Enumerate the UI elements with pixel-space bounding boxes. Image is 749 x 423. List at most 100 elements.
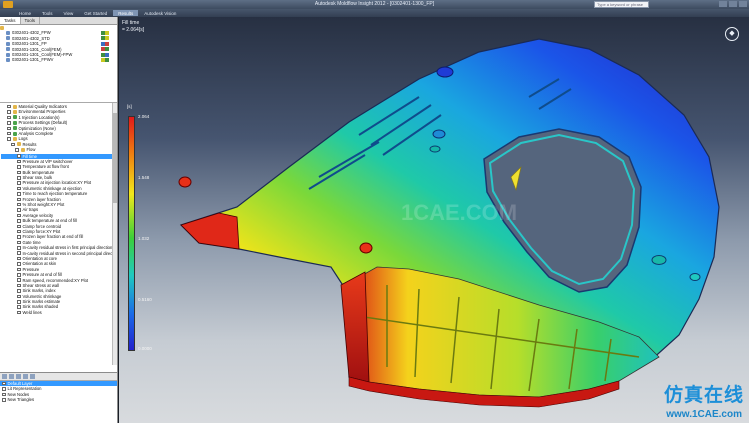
ribbon-tab-results[interactable]: Results [113, 10, 139, 16]
study-tree-label: Flow [26, 147, 36, 153]
legend-tick: 0.5160 [138, 297, 152, 302]
search-input[interactable]: Type a keyword or phrase [594, 1, 649, 8]
result-checkbox[interactable] [17, 197, 21, 202]
study-tree-item[interactable]: Flow [3, 147, 115, 152]
study-status-icons [100, 58, 109, 63]
layer-visibility-checkbox[interactable] [2, 398, 6, 402]
study-panel: Tasks Tools 0302401-4302_FPW 0302401-4302… [0, 17, 118, 423]
study-icon [6, 41, 10, 46]
expand-layer-icon[interactable] [30, 374, 35, 379]
result-checkbox[interactable] [17, 294, 21, 299]
ribbon-tab-get-started[interactable]: Get Started [79, 10, 112, 16]
activate-layer-icon[interactable] [16, 374, 21, 379]
project-tree: 0302401-4302_FPW 0302401-4302_STD 0302401-… [0, 25, 117, 63]
checkbox[interactable] [11, 142, 15, 147]
check-icon [12, 126, 17, 131]
layer-properties-icon[interactable] [23, 374, 28, 379]
ribbon: Home Tools View Get Started Results Autodesk … [0, 9, 749, 17]
study-item[interactable]: 0302401-1301_FPWV [0, 57, 117, 62]
result-checkbox[interactable] [17, 278, 21, 282]
maximize-icon[interactable] [729, 1, 737, 7]
result-checkbox[interactable] [17, 159, 21, 164]
layer-visibility-checkbox[interactable] [2, 392, 6, 397]
result-checkbox[interactable] [17, 229, 21, 234]
ribbon-tab-tools[interactable]: Tools [37, 10, 58, 16]
result-checkbox[interactable] [17, 202, 21, 207]
new-layer-icon[interactable] [2, 374, 7, 379]
panel-scrollbar[interactable] [112, 103, 117, 365]
folder-icon [16, 142, 21, 147]
delete-layer-icon[interactable] [9, 374, 14, 379]
result-checkbox[interactable] [17, 154, 21, 158]
result-item[interactable]: Weld lines [1, 310, 117, 315]
checkbox[interactable] [7, 121, 11, 125]
checkbox[interactable] [7, 137, 11, 141]
navigation-wheel-icon[interactable]: ◆ [725, 27, 739, 41]
result-checkbox[interactable] [17, 224, 21, 229]
result-checkbox[interactable] [17, 213, 21, 218]
check-icon [12, 120, 17, 125]
study-icon [6, 36, 10, 41]
result-value: = 2.064[s] [122, 27, 145, 33]
ribbon-tab-home[interactable]: Home [14, 10, 36, 16]
checkbox[interactable] [7, 115, 11, 120]
result-checkbox[interactable] [17, 219, 21, 223]
result-checkbox[interactable] [17, 251, 21, 255]
ribbon-tab-view[interactable]: View [59, 10, 79, 16]
result-label: Weld lines [22, 309, 42, 315]
result-checkbox[interactable] [17, 235, 21, 239]
legend-tick: 2.064 [138, 114, 150, 119]
ribbon-tab-autodesk-vision[interactable]: Autodesk Vision [139, 10, 181, 16]
study-status-icons [100, 36, 109, 41]
result-checkbox[interactable] [17, 208, 21, 212]
result-checkbox[interactable] [17, 267, 21, 272]
layers-toolbar [0, 373, 117, 381]
result-checkbox[interactable] [17, 176, 21, 180]
tab-tools[interactable]: Tools [21, 17, 41, 24]
result-checkbox[interactable] [17, 283, 21, 288]
model-viewport[interactable]: Fill time = 2.064[s] [s] 2.064 1.548 1.0… [119, 17, 749, 423]
checkbox[interactable] [7, 104, 11, 109]
result-checkbox[interactable] [17, 273, 21, 277]
study-list: 0302401-4302_FPW 0302401-4302_STD 0302401-… [0, 25, 117, 103]
close-icon[interactable] [739, 1, 747, 7]
layer-item[interactable]: New Triangles [0, 397, 117, 402]
folder-icon [12, 110, 17, 115]
legend-tick: 1.548 [138, 175, 150, 180]
folder-icon [20, 147, 25, 152]
result-checkbox[interactable] [17, 305, 21, 309]
scrollbar-thumb[interactable] [113, 113, 117, 203]
checkbox[interactable] [15, 148, 19, 152]
result-checkbox[interactable] [17, 256, 21, 261]
result-checkbox[interactable] [17, 262, 21, 266]
result-checkbox[interactable] [17, 246, 21, 250]
result-checkbox[interactable] [17, 181, 21, 185]
legend-tick: 1.032 [138, 236, 150, 241]
result-checkbox[interactable] [17, 170, 21, 175]
study-icon [6, 52, 10, 57]
study-status-icons [100, 47, 109, 52]
checkbox[interactable] [7, 131, 11, 136]
result-checkbox[interactable] [17, 186, 21, 191]
study-status-icons [100, 31, 109, 36]
result-checkbox[interactable] [17, 300, 21, 304]
watermark-logo: 仿真在线 [663, 384, 744, 406]
result-checkbox[interactable] [17, 289, 21, 293]
legend-tick: 0.0000 [138, 346, 152, 351]
result-checkbox[interactable] [17, 310, 21, 315]
color-legend-bar [128, 116, 135, 351]
layer-visibility-checkbox[interactable] [2, 387, 6, 391]
result-checkbox[interactable] [17, 192, 21, 196]
result-title: Fill time [122, 20, 140, 26]
study-icon [6, 31, 10, 36]
left-wall [180, 212, 240, 250]
result-checkbox[interactable] [17, 165, 21, 169]
study-label: 0302401-1301_FPWV [12, 57, 54, 63]
minimize-icon[interactable] [719, 1, 727, 7]
tab-tasks[interactable]: Tasks [0, 17, 21, 24]
folder-icon [12, 137, 17, 142]
layer-visibility-checkbox[interactable] [2, 381, 6, 386]
result-checkbox[interactable] [17, 240, 21, 245]
checkbox[interactable] [7, 110, 11, 114]
checkbox[interactable] [7, 126, 11, 130]
